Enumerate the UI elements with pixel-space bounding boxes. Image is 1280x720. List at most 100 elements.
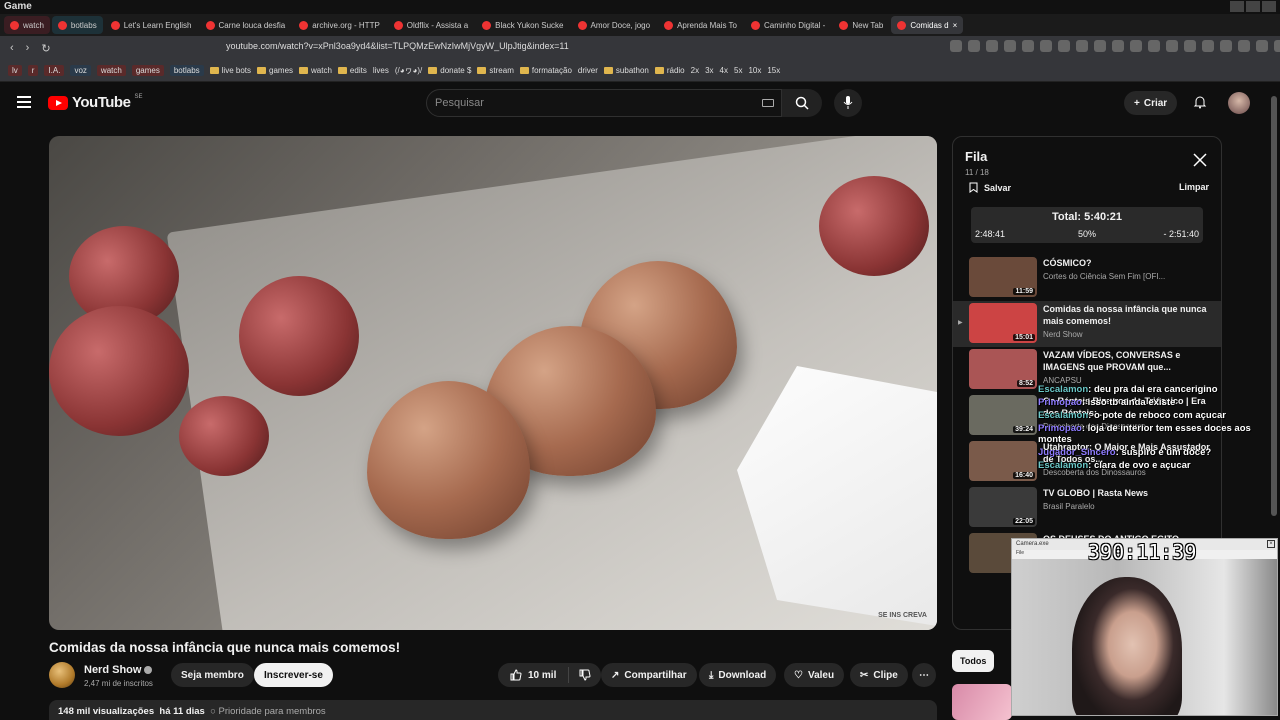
- browser-tab[interactable]: Aprenda Mais To: [658, 16, 743, 34]
- browser-tab[interactable]: Oldflix - Assista a: [388, 16, 474, 34]
- thanks-button[interactable]: ♡ Valeu: [784, 663, 845, 687]
- queue-item-title[interactable]: Comidas da nossa infância que nunca mais…: [1043, 303, 1217, 327]
- queue-item-title[interactable]: VAZAM VÍDEOS, CONVERSAS e IMAGENS que PR…: [1043, 349, 1217, 373]
- account-avatar[interactable]: [1228, 92, 1250, 114]
- bookmark-item[interactable]: subathon: [603, 66, 649, 75]
- bookmark-item[interactable]: 3x: [705, 66, 713, 75]
- join-button[interactable]: Seja membro: [171, 663, 254, 687]
- queue-item-thumbnail[interactable]: 22:05: [969, 487, 1037, 527]
- bookmark-item[interactable]: lives: [373, 66, 389, 75]
- bookmark-item[interactable]: voz: [70, 65, 91, 76]
- tab-label: watch: [23, 20, 44, 30]
- more-actions-button[interactable]: ⋯: [912, 663, 936, 687]
- notifications-bell-icon[interactable]: [1193, 95, 1207, 109]
- video-player[interactable]: SE INS CREVA: [49, 136, 937, 630]
- bookmark-item[interactable]: 2x: [691, 66, 699, 75]
- bookmark-item[interactable]: r: [27, 65, 39, 76]
- recommendation-thumbnail[interactable]: [952, 684, 1012, 720]
- maximize-icon[interactable]: [1246, 1, 1260, 12]
- chip-all[interactable]: Todos: [952, 650, 995, 672]
- reload-icon[interactable]: ↻: [41, 42, 50, 55]
- bookmark-item[interactable]: watch: [299, 66, 332, 75]
- browser-tab[interactable]: Comidas d ×: [891, 16, 964, 34]
- browser-tab[interactable]: archive.org - HTTP: [293, 16, 386, 34]
- bookmark-item[interactable]: 15x: [767, 66, 780, 75]
- bookmark-item[interactable]: 4x: [720, 66, 728, 75]
- browser-tab[interactable]: botlabs: [51, 16, 103, 34]
- browser-tab[interactable]: Let's Learn English: [105, 16, 198, 34]
- bookmark-item[interactable]: live bots: [209, 66, 251, 75]
- bookmark-item[interactable]: edits: [337, 66, 367, 75]
- voice-search-button[interactable]: [834, 89, 862, 117]
- bookmark-item[interactable]: 5x: [734, 66, 742, 75]
- minimize-icon[interactable]: [1230, 1, 1244, 12]
- queue-item[interactable]: 11:59 CÓSMICO? Cortes do Ciência Sem Fim […: [953, 255, 1221, 301]
- thumbs-down-icon: [579, 669, 591, 681]
- chat-username: Escalamon: [1038, 384, 1089, 395]
- queue-item-thumbnail[interactable]: 11:59: [969, 257, 1037, 297]
- download-button[interactable]: ⤓ Download: [699, 663, 777, 687]
- extension-icons[interactable]: [950, 40, 1280, 52]
- bookmark-item[interactable]: games: [257, 66, 293, 75]
- clip-button[interactable]: ✂ Clipe: [850, 663, 908, 687]
- browser-tab[interactable]: watch: [4, 16, 50, 34]
- tab-favicon-icon: [393, 20, 403, 30]
- create-button[interactable]: + Criar: [1124, 91, 1178, 115]
- description-box[interactable]: 148 mil visualizações há 11 dias ○ Prior…: [49, 700, 937, 720]
- chat-message: Escalamon: o pote de reboco com açucar: [1038, 410, 1226, 421]
- channel-avatar[interactable]: [49, 662, 75, 688]
- subscribe-button[interactable]: Inscrever-se: [254, 663, 333, 687]
- search-input[interactable]: Pesquisar: [426, 89, 782, 117]
- bookmark-item[interactable]: (/◕ヮ◕)/: [395, 65, 422, 76]
- page-scrollbar[interactable]: [1271, 90, 1277, 720]
- close-icon[interactable]: [1262, 1, 1276, 12]
- bookmark-item[interactable]: games: [131, 65, 164, 76]
- channel-name[interactable]: Nerd Show: [84, 664, 153, 676]
- bookmark-item[interactable]: 10x: [748, 66, 761, 75]
- bookmark-item[interactable]: stream: [477, 66, 514, 75]
- share-button[interactable]: ↗ Compartilhar: [601, 663, 697, 687]
- queue-position: 11 / 18: [965, 168, 989, 177]
- browser-tab[interactable]: Black Yukon Sucke: [476, 16, 569, 34]
- browser-tab[interactable]: New Tab: [833, 16, 889, 34]
- bookmark-item[interactable]: watch: [96, 65, 126, 76]
- close-tab-icon[interactable]: ×: [953, 21, 958, 30]
- queue-item[interactable]: ▶ 15:01 Comidas da nossa infância que nunc…: [953, 301, 1221, 347]
- bookmark-item[interactable]: formatação: [519, 66, 572, 75]
- clear-queue-button[interactable]: Limpar: [1179, 182, 1209, 192]
- queue-item-title[interactable]: CÓSMICO?: [1043, 257, 1165, 269]
- search-button[interactable]: [782, 89, 822, 117]
- tab-favicon-icon: [750, 20, 760, 30]
- bookmark-item[interactable]: I.A.: [44, 65, 65, 76]
- bookmark-item[interactable]: rádio: [654, 66, 685, 75]
- hamburger-menu-icon[interactable]: [17, 96, 31, 108]
- dislike-button[interactable]: [569, 669, 601, 681]
- keyboard-icon[interactable]: [762, 99, 774, 107]
- queue-item-title[interactable]: TV GLOBO | Rasta News: [1043, 487, 1148, 499]
- browser-tab[interactable]: Amor Doce, jogo: [572, 16, 657, 34]
- bookmark-label: watch: [311, 66, 332, 75]
- bookmark-item[interactable]: botlabs: [169, 65, 204, 76]
- browser-tab[interactable]: Carne louca desfia: [200, 16, 292, 34]
- queue-item-thumbnail[interactable]: 8:52: [969, 349, 1037, 389]
- queue-item-thumbnail[interactable]: 16:40: [969, 441, 1037, 481]
- bookmark-item[interactable]: driver: [578, 66, 598, 75]
- youtube-logo[interactable]: YouTube SE: [48, 94, 142, 111]
- like-button[interactable]: 10 mil: [498, 667, 570, 683]
- save-queue-button[interactable]: Salvar: [969, 182, 1011, 193]
- queue-item-thumbnail[interactable]: 15:01: [969, 303, 1037, 343]
- bookmark-label: formatação: [531, 66, 572, 75]
- bookmark-item[interactable]: donate $: [428, 66, 471, 75]
- close-queue-icon[interactable]: [1193, 153, 1207, 167]
- bookmark-label: lv: [8, 65, 22, 76]
- subscribe-watermark[interactable]: SE INS CREVA: [878, 612, 927, 620]
- queue-item[interactable]: 22:05 TV GLOBO | Rasta News Brasil Paralel…: [953, 485, 1221, 531]
- url-input[interactable]: youtube.com/watch?v=xPnl3oa9yd4&list=TLP…: [226, 41, 569, 51]
- window-controls[interactable]: [1230, 1, 1276, 12]
- queue-item-thumbnail[interactable]: 39:24: [969, 395, 1037, 435]
- browser-tab[interactable]: Caminho Digital -: [745, 16, 831, 34]
- forward-icon[interactable]: ›: [26, 42, 30, 55]
- back-icon[interactable]: ‹: [10, 42, 14, 55]
- bookmark-item[interactable]: lv: [8, 65, 22, 76]
- duration-badge: 22:05: [1013, 518, 1035, 525]
